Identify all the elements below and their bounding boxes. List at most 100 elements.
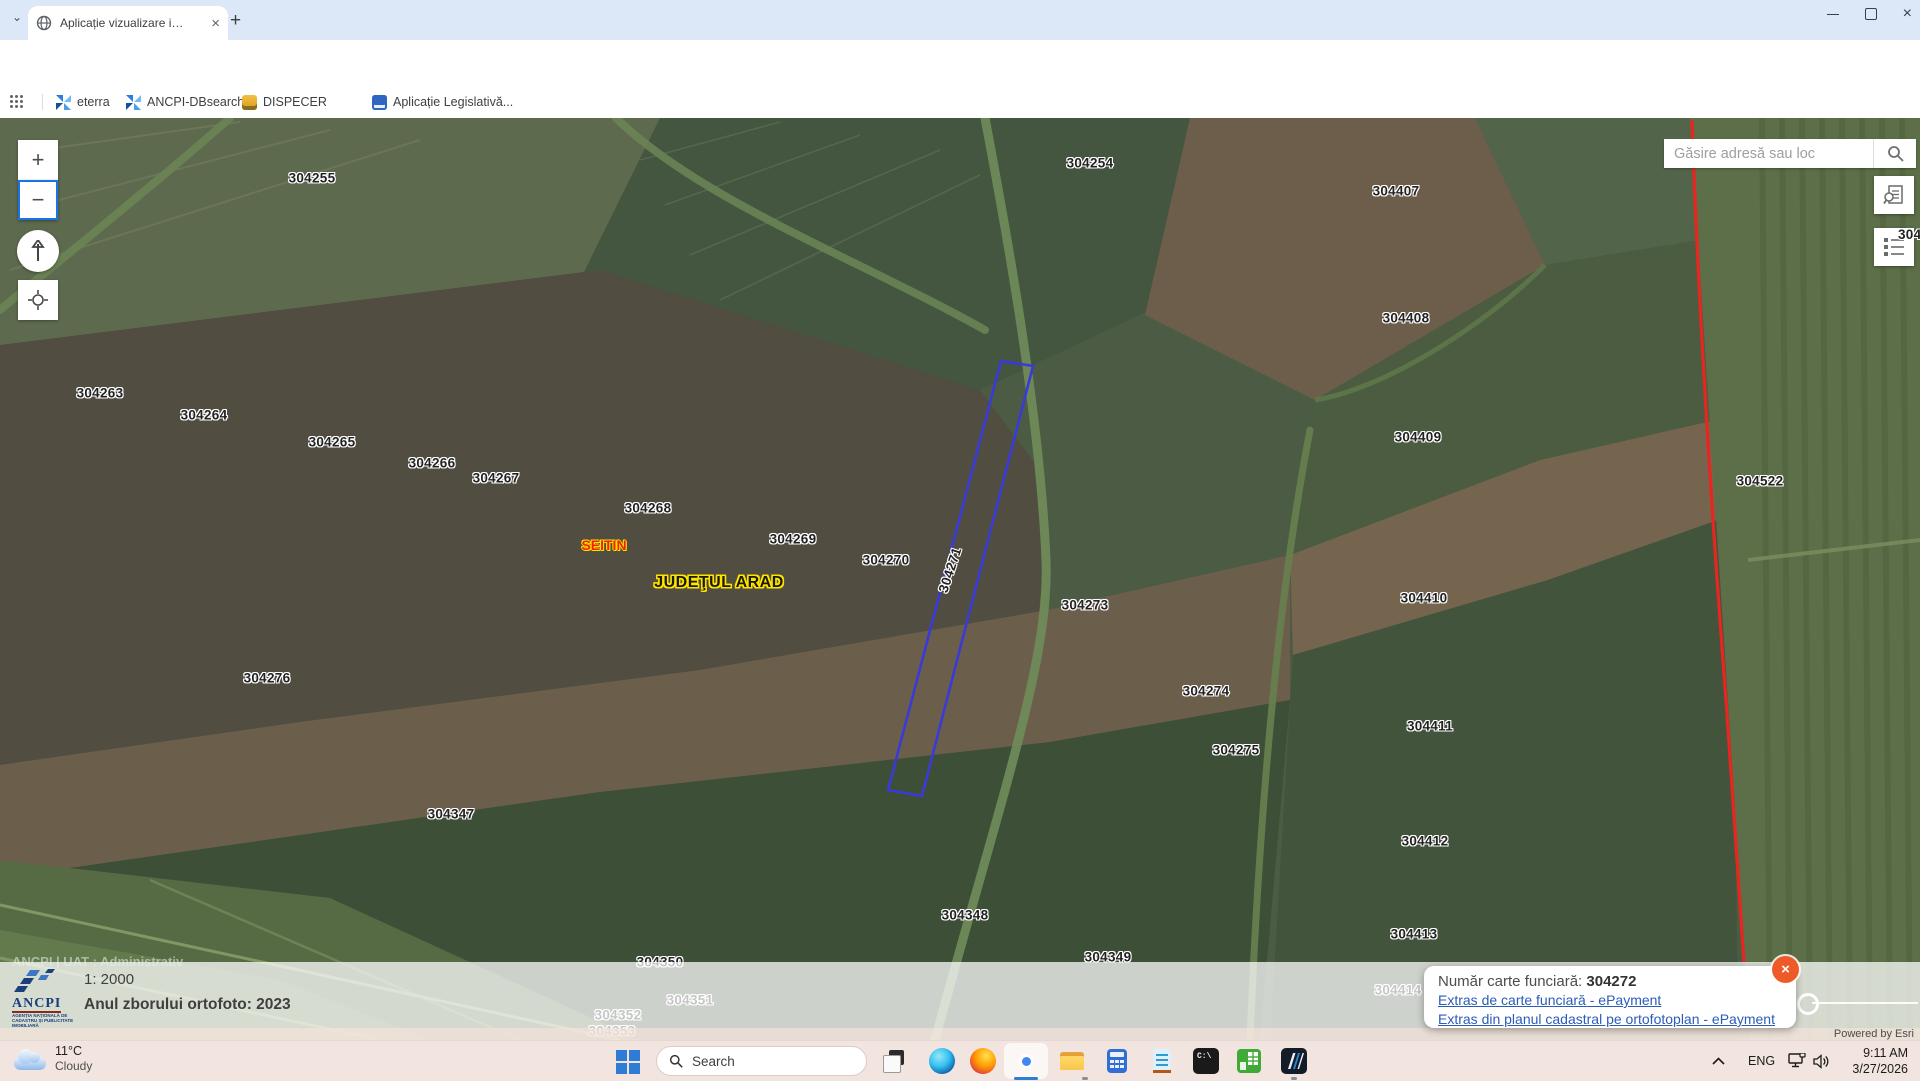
tab-close-icon[interactable]: × (211, 16, 220, 31)
tab-search-chevron-icon[interactable]: ⌄ (12, 10, 22, 24)
firefox-icon[interactable] (970, 1048, 996, 1074)
parcel-label: 304407 (1373, 184, 1420, 199)
window-minimize-button[interactable] (1827, 14, 1839, 15)
place-label-judetul-arad: JUDEŢUL ARAD (654, 574, 784, 592)
extras-carte-funciara-link[interactable]: Extras de carte funciară - ePayment (1438, 991, 1782, 1010)
map-scale: 1: 2000 (84, 971, 134, 988)
apps-grid-icon[interactable] (10, 92, 24, 112)
bookmark-dispecer[interactable]: DISPECER (242, 92, 327, 112)
window-maximize-button[interactable] (1865, 8, 1877, 20)
ancpi-pinwheel-icon (126, 95, 141, 110)
taskbar-clock[interactable]: 9:11 AM 3/27/2026 (1852, 1045, 1908, 1077)
compass-north-button[interactable] (17, 230, 59, 272)
parcel-label: 304267 (473, 471, 520, 486)
parcel-label: 304410 (1401, 591, 1448, 606)
windows-taskbar: 11°C Cloudy Search C:\ (0, 1040, 1920, 1081)
legislativa-icon (372, 95, 387, 110)
locate-crosshair-icon (28, 290, 48, 310)
map-canvas[interactable]: 304255 304254 304407 304408 304409 304522 3044… (0, 118, 1920, 1040)
parcel-label: 304254 (1067, 156, 1114, 171)
parcel-label: 304411 (1407, 719, 1453, 734)
taskbar-weather-widget[interactable]: 11°C Cloudy (14, 1044, 92, 1074)
notepad-icon[interactable] (1149, 1048, 1175, 1074)
bookmarks-bar: eterra ANCPI-DBsearch DISPECER Aplicație… (0, 86, 1920, 119)
popup-title: Număr carte funciară: 304272 (1438, 972, 1782, 991)
map-search-box[interactable] (1664, 139, 1916, 168)
tab-title: Aplicație vizualizare imobile (60, 16, 190, 30)
calculator-icon[interactable] (1104, 1048, 1130, 1074)
cloudy-weather-icon (14, 1057, 46, 1070)
layer-watermark: ANCPI | UAT : Administrativ (12, 954, 183, 969)
tab-strip: ⌄ Aplicație vizualizare imobile × + × (0, 0, 1920, 40)
terminal-icon[interactable]: C:\ (1193, 1048, 1219, 1074)
parcel-label: 304268 (625, 501, 672, 516)
language-indicator[interactable]: ENG (1748, 1041, 1775, 1081)
speaker-icon[interactable] (1813, 1041, 1830, 1081)
weather-desc: Cloudy (55, 1059, 92, 1074)
parcel-label: 304347 (428, 807, 475, 822)
locate-button[interactable] (18, 280, 58, 320)
new-tab-button[interactable]: + (230, 10, 241, 32)
tray-chevron-up-icon[interactable] (1712, 1041, 1725, 1081)
ancpi-logo: ANCPI AGENȚIA NAȚIONALĂ DE CADASTRU ȘI P… (12, 968, 88, 1028)
zoom-out-button[interactable]: − (18, 180, 58, 220)
map-search-input[interactable] (1664, 146, 1873, 162)
parcel-label-partial: 304 (1898, 227, 1920, 242)
search-icon (1887, 145, 1904, 162)
bookmarks-divider (42, 94, 43, 110)
zoom-in-button[interactable]: + (18, 140, 58, 180)
parcel-label: 304269 (770, 532, 817, 547)
parcel-label: 304408 (1383, 311, 1430, 326)
eterra-pinwheel-icon (56, 95, 71, 110)
browser-toolbar: ← → geoportal.ancpi.ro/imobile.html (0, 40, 1920, 86)
dispecer-icon (242, 95, 257, 110)
slider-track (1812, 1002, 1918, 1004)
slider-knob[interactable] (1797, 993, 1819, 1015)
parcel-label: 304265 (309, 435, 356, 450)
parcel-label: 304348 (942, 908, 989, 923)
esri-attribution-strip: Powered by Esri (0, 1028, 1920, 1040)
edge-icon[interactable] (929, 1048, 955, 1074)
parcel-label: 304275 (1213, 743, 1260, 758)
parcel-label: 304263 (77, 386, 124, 401)
carte-funciara-number: 304272 (1586, 973, 1636, 990)
parcel-label: 304264 (181, 408, 228, 423)
bookmark-eterra[interactable]: eterra (56, 92, 110, 112)
identify-tool-button[interactable] (1874, 176, 1914, 214)
clock-time: 9:11 AM (1852, 1045, 1908, 1061)
popup-close-button[interactable]: × (1772, 956, 1799, 983)
document-search-icon (1883, 184, 1905, 206)
parcel-label: 304266 (409, 456, 456, 471)
weather-temp: 11°C (55, 1044, 92, 1059)
parcel-label: 304276 (244, 671, 291, 686)
parcel-label: 304274 (1183, 684, 1230, 699)
parcel-info-popup: Număr carte funciară: 304272 Extras de c… (1424, 966, 1796, 1028)
media-app-icon[interactable] (1281, 1048, 1307, 1074)
bookmark-ancpi-dbsearch[interactable]: ANCPI-DBsearch (126, 92, 244, 112)
search-button[interactable] (1874, 139, 1916, 168)
parcel-label: 304270 (863, 553, 910, 568)
taskbar-search[interactable]: Search (656, 1046, 867, 1076)
north-arrow-icon (28, 240, 48, 262)
bookmark-label: Aplicație Legislativă... (393, 95, 513, 109)
bookmark-aplicatie-legislativa[interactable]: Aplicație Legislativă... (372, 92, 513, 112)
clock-date: 3/27/2026 (1852, 1061, 1908, 1077)
bookmark-label: ANCPI-DBsearch (147, 95, 244, 109)
taskbar-search-label: Search (692, 1054, 735, 1069)
parcel-label: 304412 (1402, 834, 1449, 849)
powered-by-esri: Powered by Esri (1834, 1028, 1914, 1040)
parcel-label: 304522 (1737, 474, 1784, 489)
satellite-basemap (0, 118, 1920, 1040)
globe-favicon-icon (36, 15, 52, 31)
browser-tab[interactable]: Aplicație vizualizare imobile × (28, 6, 228, 40)
parcel-label: 304255 (289, 171, 336, 186)
bookmark-label: DISPECER (263, 95, 327, 109)
libreoffice-calc-icon[interactable] (1236, 1048, 1262, 1074)
bookmark-label: eterra (77, 95, 110, 109)
window-close-button[interactable]: × (1903, 8, 1912, 20)
extras-plan-cadastral-link[interactable]: Extras din planul cadastral pe ortofotop… (1438, 1010, 1782, 1029)
start-button[interactable] (616, 1050, 640, 1074)
network-icon[interactable] (1788, 1041, 1806, 1081)
parcel-label: 304409 (1395, 430, 1442, 445)
ancpi-logo-icon (12, 968, 56, 994)
